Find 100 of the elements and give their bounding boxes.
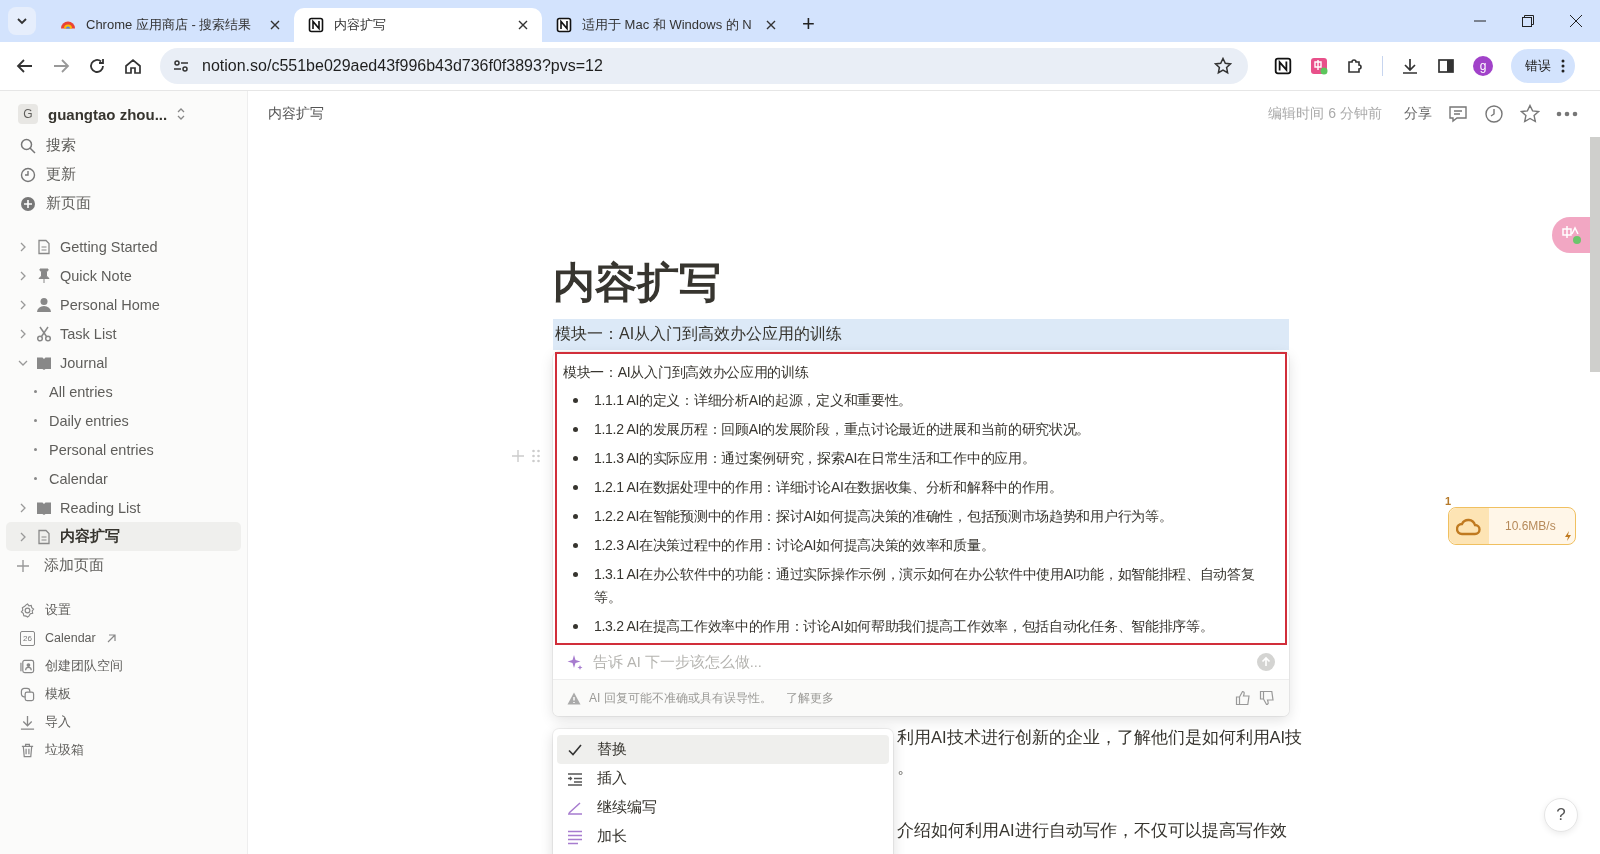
profile-avatar[interactable]: g	[1473, 56, 1493, 76]
browser-tab[interactable]: 内容扩写	[294, 8, 542, 42]
page-item[interactable]: Reading List	[6, 493, 241, 522]
comment-icon[interactable]	[1448, 104, 1468, 124]
chevron-right-icon[interactable]	[18, 502, 28, 513]
download-icon[interactable]	[1401, 57, 1419, 75]
more-icon[interactable]	[1556, 111, 1578, 117]
page-item[interactable]: Journal	[6, 348, 241, 377]
sidebar-item[interactable]: 模板	[6, 680, 241, 708]
sidebar-item[interactable]: 新页面	[6, 189, 241, 218]
bullet-icon	[34, 448, 37, 451]
scrollbar[interactable]	[1590, 137, 1600, 372]
ai-output-item: 1.1.2 AI的发展历程：回顾AI的发展阶段，重点讨论最近的进展和当前的研究状况。	[594, 420, 1091, 439]
sidebar-subitem[interactable]: Daily entries	[6, 406, 241, 435]
sidebar-item[interactable]: 垃圾箱	[6, 736, 241, 764]
page-item[interactable]: 内容扩写	[6, 522, 241, 551]
bullet-icon	[573, 572, 578, 577]
chevron-right-icon[interactable]	[18, 270, 28, 281]
updown-chevron-icon	[176, 107, 186, 121]
menu-item[interactable]: 加长	[557, 822, 889, 851]
bullet-icon	[573, 398, 578, 403]
address-bar[interactable]: notion.so/c551be029aed43f996b43d736f0f3893?pvs=12	[160, 48, 1248, 84]
sparkle-icon	[567, 654, 583, 670]
menu-item[interactable]: 继续编写	[557, 793, 889, 822]
bullet-icon	[573, 514, 578, 519]
overlapping-squares-icon	[20, 686, 35, 702]
sidebar-item[interactable]: 设置	[6, 596, 241, 624]
chevron-right-icon[interactable]	[18, 299, 28, 310]
edited-time: 编辑时间 6 分钟前	[1268, 105, 1382, 123]
translate-extension-icon[interactable]	[1310, 57, 1328, 75]
body-text: 介绍如何利用AI进行自动写作，不仅可以提高写作效	[897, 820, 1287, 841]
page-item[interactable]: Task List	[6, 319, 241, 348]
close-icon[interactable]	[270, 20, 280, 30]
bullet-icon	[573, 624, 578, 629]
drag-handle-icon[interactable]	[531, 449, 541, 463]
page-title: 内容扩写	[553, 258, 722, 308]
browser-tab[interactable]: 适用于 Mac 和 Windows 的 N	[542, 8, 790, 42]
team-space-icon	[20, 658, 35, 674]
speed-reading: 10.6MB/s	[1505, 519, 1556, 533]
back-icon[interactable]	[16, 57, 34, 75]
restore-icon[interactable]	[1521, 14, 1535, 28]
cloud-icon	[1456, 516, 1482, 536]
sidebar-item[interactable]: 导入	[6, 708, 241, 736]
ai-output-item: 1.1.1 AI的定义：详细分析AI的起源，定义和重要性。	[594, 391, 912, 410]
menu-item[interactable]: 替换	[557, 735, 889, 764]
chevron-right-icon[interactable]	[18, 531, 28, 542]
add-page-button[interactable]: 添加页面	[6, 551, 241, 580]
browser-tab[interactable]: Chrome 应用商店 - 搜索结果	[46, 8, 294, 42]
sidebar-item[interactable]: 创建团队空间	[6, 652, 241, 680]
lines-icon	[567, 828, 583, 845]
puzzle-icon[interactable]	[1346, 57, 1364, 75]
star-icon[interactable]	[1520, 104, 1540, 124]
home-icon[interactable]	[124, 57, 142, 75]
document-icon	[36, 238, 52, 255]
rainbow-icon	[60, 21, 76, 29]
pen-stroke-icon	[567, 799, 583, 816]
menu-item[interactable]: 插入	[557, 764, 889, 793]
close-icon[interactable]	[518, 20, 528, 30]
sidebar-item[interactable]: 搜索	[6, 131, 241, 160]
side-panel-icon[interactable]	[1437, 57, 1455, 75]
new-tab-button[interactable]: +	[796, 11, 821, 37]
chevron-right-icon[interactable]	[18, 328, 28, 339]
thumbs-up-icon[interactable]	[1235, 690, 1251, 706]
clock-icon[interactable]	[1484, 104, 1504, 124]
sidebar-item[interactable]: 更新	[6, 160, 241, 189]
sidebar-subitem[interactable]: All entries	[6, 377, 241, 406]
breadcrumb[interactable]: 内容扩写	[268, 105, 324, 123]
chevron-down-icon	[16, 15, 28, 27]
bookmark-star-icon[interactable]	[1214, 57, 1232, 75]
selected-block: 模块一：AI从入门到高效办公应用的训练	[553, 319, 1289, 350]
ai-output-item: 1.3.2 AI在提高工作效率中的作用：讨论AI如何帮助我们提高工作效率，包括自动化任务、智能排序等。	[594, 617, 1214, 636]
tab-search-button[interactable]	[8, 7, 36, 35]
sidebar-subitem[interactable]: Calendar	[6, 464, 241, 493]
close-icon[interactable]	[1569, 14, 1583, 28]
reload-icon[interactable]	[88, 57, 106, 75]
help-button[interactable]: ?	[1544, 798, 1578, 832]
ai-output-item: 1.2.3 AI在决策过程中的作用：讨论AI如何提高决策的效率和质量。	[594, 536, 995, 555]
page-item[interactable]: Getting Started	[6, 232, 241, 261]
forward-icon[interactable]	[52, 57, 70, 75]
error-button[interactable]: 错误	[1511, 49, 1575, 83]
bullet-icon	[573, 427, 578, 432]
page-item[interactable]: Personal Home	[6, 290, 241, 319]
site-settings-icon[interactable]	[172, 57, 190, 75]
person-icon	[36, 296, 52, 313]
page-item[interactable]: Quick Note	[6, 261, 241, 290]
bullet-icon	[573, 485, 578, 490]
external-arrow-icon	[105, 632, 117, 644]
bullet-icon	[34, 419, 37, 422]
sidebar-subitem[interactable]: Personal entries	[6, 435, 241, 464]
workspace-switcher[interactable]: G guangtao zhou...	[6, 101, 241, 127]
plus-icon	[16, 558, 30, 573]
thumbs-down-icon[interactable]	[1259, 690, 1275, 706]
chevron-right-icon[interactable]	[18, 241, 28, 252]
sidebar-item[interactable]: 26 Calendar	[6, 624, 241, 652]
insert-lines-icon	[567, 770, 583, 787]
ai-prompt-field[interactable]: 告诉 AI 下一步该怎么做...	[591, 653, 1249, 671]
close-icon[interactable]	[766, 20, 776, 30]
ai-output-item: 1.3.1 AI在办公软件中的功能：通过实际操作示例，演示如何在办公软件中使用AI功能，如智能排程、自动答复等。	[594, 565, 1256, 607]
share-button[interactable]: 分享	[1404, 105, 1432, 123]
url-text: notion.so/c551be029aed43f996b43d736f0f3893?pvs=12	[202, 57, 604, 75]
